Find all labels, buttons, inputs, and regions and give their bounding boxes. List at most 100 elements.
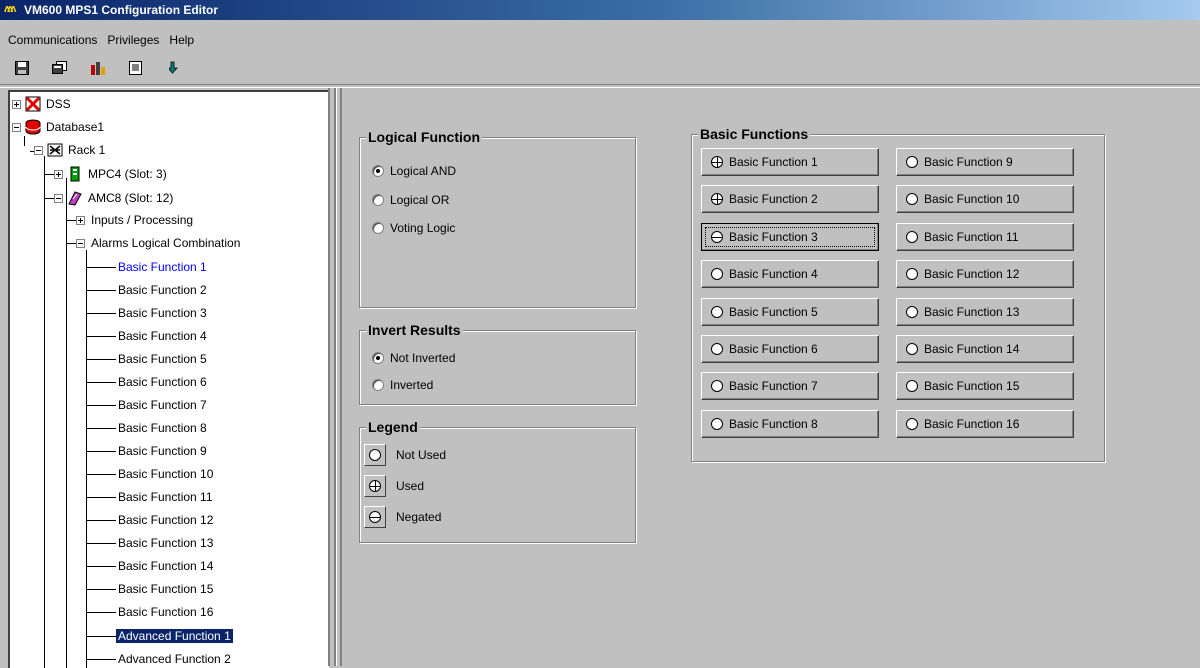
mpc4-card-icon xyxy=(70,166,80,182)
radio-logical-or[interactable]: Logical OR xyxy=(372,193,449,207)
basic-function-1-button[interactable]: Basic Function 1 xyxy=(701,148,879,176)
basic-functions-title: Basic Functions xyxy=(698,126,811,142)
tree-item-basic-function-2[interactable]: Basic Function 2 xyxy=(116,280,209,300)
tree-item-basic-function-11[interactable]: Basic Function 11 xyxy=(116,487,215,507)
download-arrow-icon[interactable] xyxy=(166,60,182,76)
legend-used: Used xyxy=(364,475,424,497)
window-title: VM600 MPS1 Configuration Editor xyxy=(24,3,219,17)
basic-function-6-button[interactable]: Basic Function 6 xyxy=(701,335,879,363)
basic-functions-group: Basic Functions Basic Function 1 Basic F… xyxy=(691,126,1105,462)
tree-item-basic-function-7[interactable]: Basic Function 7 xyxy=(116,395,209,415)
menu-bar: Communications Privileges Help xyxy=(0,30,204,50)
basic-function-13-button[interactable]: Basic Function 13 xyxy=(896,298,1074,326)
basic-function-12-button[interactable]: Basic Function 12 xyxy=(896,260,1074,288)
basic-function-5-button[interactable]: Basic Function 5 xyxy=(701,298,879,326)
tree-node-alarms-logical-combination[interactable]: Alarms Logical Combination xyxy=(76,233,242,253)
circle-minus-icon xyxy=(369,511,381,523)
circle-icon xyxy=(906,156,918,168)
amc8-card-icon xyxy=(68,191,82,206)
vibro-meter-logo-icon: ʌʌʌ xyxy=(4,3,16,15)
tree-item-basic-function-12[interactable]: Basic Function 12 xyxy=(116,510,215,530)
circle-icon xyxy=(906,418,918,430)
radio-inverted[interactable]: Inverted xyxy=(372,378,433,392)
circle-icon xyxy=(906,380,918,392)
disabled-x-icon xyxy=(25,96,41,112)
expand-icon[interactable] xyxy=(76,215,85,225)
copy-icon[interactable] xyxy=(52,60,68,76)
tree-item-basic-function-8[interactable]: Basic Function 8 xyxy=(116,418,209,438)
radio-logical-and[interactable]: Logical AND xyxy=(372,164,456,178)
document-icon[interactable] xyxy=(128,60,144,76)
circle-icon xyxy=(369,449,381,461)
circle-icon xyxy=(711,268,723,280)
chart-icon[interactable] xyxy=(90,60,106,76)
tree-item-basic-function-15[interactable]: Basic Function 15 xyxy=(116,579,215,599)
tree-item-basic-function-14[interactable]: Basic Function 14 xyxy=(116,556,215,576)
invert-results-group: Invert Results Not Inverted Inverted xyxy=(359,322,636,405)
basic-function-9-button[interactable]: Basic Function 9 xyxy=(896,148,1074,176)
save-icon[interactable] xyxy=(14,60,30,76)
legend-negated: Negated xyxy=(364,506,441,528)
tree-node-database[interactable]: Database1 xyxy=(12,117,106,137)
circle-plus-icon xyxy=(369,480,381,492)
tree-node-amc8[interactable]: AMC8 (Slot: 12) xyxy=(54,188,175,208)
basic-function-2-button[interactable]: Basic Function 2 xyxy=(701,185,879,213)
tree-node-rack[interactable]: Rack 1 xyxy=(34,140,107,160)
radio-button[interactable] xyxy=(372,379,384,391)
circle-icon xyxy=(711,418,723,430)
expand-icon[interactable] xyxy=(12,99,21,109)
collapse-icon[interactable] xyxy=(34,145,43,155)
basic-function-15-button[interactable]: Basic Function 15 xyxy=(896,372,1074,400)
collapse-icon[interactable] xyxy=(12,122,21,132)
radio-button[interactable] xyxy=(372,194,384,206)
tree-item-basic-function-5[interactable]: Basic Function 5 xyxy=(116,349,209,369)
basic-function-8-button[interactable]: Basic Function 8 xyxy=(701,410,879,438)
title-bar: ʌʌʌ VM600 MPS1 Configuration Editor xyxy=(0,0,1200,20)
collapse-icon[interactable] xyxy=(76,238,85,248)
basic-function-11-button[interactable]: Basic Function 11 xyxy=(896,223,1074,251)
circle-minus-icon xyxy=(711,231,723,243)
tree-item-basic-function-13[interactable]: Basic Function 13 xyxy=(116,533,215,553)
tree-node-inputs-processing[interactable]: Inputs / Processing xyxy=(76,210,195,230)
tree-item-basic-function-9[interactable]: Basic Function 9 xyxy=(116,441,209,461)
tree-item-basic-function-4[interactable]: Basic Function 4 xyxy=(116,326,209,346)
logical-function-title: Logical Function xyxy=(366,129,482,145)
circle-icon xyxy=(906,193,918,205)
radio-voting-logic[interactable]: Voting Logic xyxy=(372,221,455,235)
database-icon xyxy=(25,119,41,135)
legend-not-used: Not Used xyxy=(364,444,446,466)
basic-function-16-button[interactable]: Basic Function 16 xyxy=(896,410,1074,438)
basic-function-7-button[interactable]: Basic Function 7 xyxy=(701,372,879,400)
logical-function-group: Logical Function Logical AND Logical OR … xyxy=(359,129,636,308)
circle-icon xyxy=(906,231,918,243)
legend-title: Legend xyxy=(366,419,420,435)
circle-plus-icon xyxy=(711,156,723,168)
basic-function-3-button[interactable]: Basic Function 3 xyxy=(701,223,879,251)
tree-node-dss[interactable]: DSS xyxy=(12,94,73,114)
tree-item-basic-function-16[interactable]: Basic Function 16 xyxy=(116,602,215,622)
tree-item-basic-function-3[interactable]: Basic Function 3 xyxy=(116,303,209,323)
menu-help[interactable]: Help xyxy=(169,33,194,47)
basic-function-4-button[interactable]: Basic Function 4 xyxy=(701,260,879,288)
panel-splitter[interactable] xyxy=(328,88,342,666)
menu-privileges[interactable]: Privileges xyxy=(107,33,159,47)
tree-item-advanced-function-2[interactable]: Advanced Function 2 xyxy=(116,649,233,668)
radio-button[interactable] xyxy=(372,352,384,364)
basic-function-10-button[interactable]: Basic Function 10 xyxy=(896,185,1074,213)
tree-view[interactable]: DSS Database1 Rack 1 MPC4 (Slot: 3) AMC8… xyxy=(8,90,329,668)
circle-icon xyxy=(906,268,918,280)
tree-item-basic-function-6[interactable]: Basic Function 6 xyxy=(116,372,209,392)
radio-button[interactable] xyxy=(372,222,384,234)
tree-item-basic-function-1[interactable]: Basic Function 1 xyxy=(116,257,209,277)
radio-button[interactable] xyxy=(372,165,384,177)
basic-function-14-button[interactable]: Basic Function 14 xyxy=(896,335,1074,363)
radio-not-inverted[interactable]: Not Inverted xyxy=(372,351,455,365)
invert-results-title: Invert Results xyxy=(366,322,463,338)
tree-item-advanced-function-1[interactable]: Advanced Function 1 xyxy=(115,626,234,646)
expand-icon[interactable] xyxy=(54,169,63,179)
tree-node-mpc4[interactable]: MPC4 (Slot: 3) xyxy=(54,164,169,184)
tree-item-basic-function-10[interactable]: Basic Function 10 xyxy=(116,464,215,484)
circle-plus-icon xyxy=(711,193,723,205)
collapse-icon[interactable] xyxy=(54,193,63,203)
menu-communications[interactable]: Communications xyxy=(8,33,97,47)
